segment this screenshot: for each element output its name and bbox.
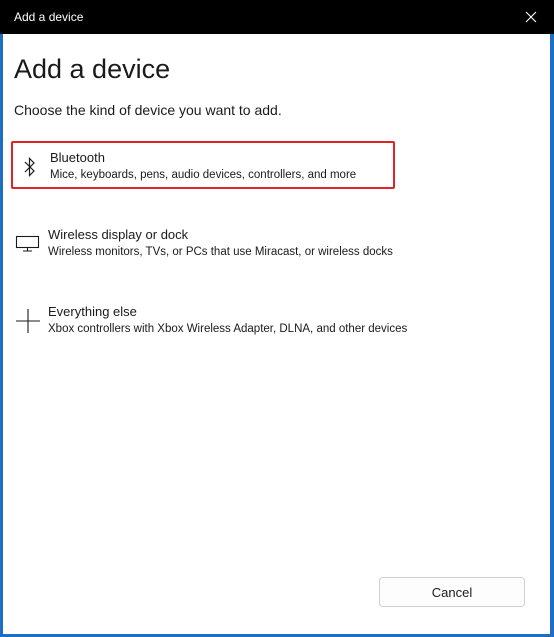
dialog-content: Add a device Choose the kind of device y… bbox=[3, 34, 550, 634]
option-bluetooth-title: Bluetooth bbox=[50, 150, 105, 165]
bluetooth-icon bbox=[13, 143, 47, 191]
title-bar[interactable]: Add a device bbox=[0, 0, 554, 34]
option-wireless-display[interactable]: Wireless display or dock Wireless monito… bbox=[11, 220, 395, 268]
option-bluetooth[interactable]: Bluetooth Mice, keyboards, pens, audio d… bbox=[11, 141, 395, 189]
option-wireless-display-title: Wireless display or dock bbox=[48, 227, 189, 242]
window-title: Add a device bbox=[14, 10, 84, 24]
page-title: Add a device bbox=[14, 54, 171, 84]
close-icon bbox=[525, 11, 537, 23]
add-device-window: Add a device Add a device Choose the kin… bbox=[0, 0, 554, 637]
option-everything-else[interactable]: Everything else Xbox controllers with Xb… bbox=[11, 297, 407, 345]
plus-icon bbox=[11, 297, 45, 345]
option-bluetooth-description: Mice, keyboards, pens, audio devices, co… bbox=[50, 169, 357, 181]
monitor-icon bbox=[11, 220, 45, 268]
close-button[interactable] bbox=[508, 0, 554, 34]
option-everything-else-title: Everything else bbox=[48, 304, 137, 319]
page-subtitle: Choose the kind of device you want to ad… bbox=[14, 102, 282, 118]
option-everything-else-description: Xbox controllers with Xbox Wireless Adap… bbox=[48, 323, 408, 335]
cancel-button[interactable]: Cancel bbox=[379, 577, 525, 607]
option-wireless-display-description: Wireless monitors, TVs, or PCs that use … bbox=[48, 246, 393, 258]
